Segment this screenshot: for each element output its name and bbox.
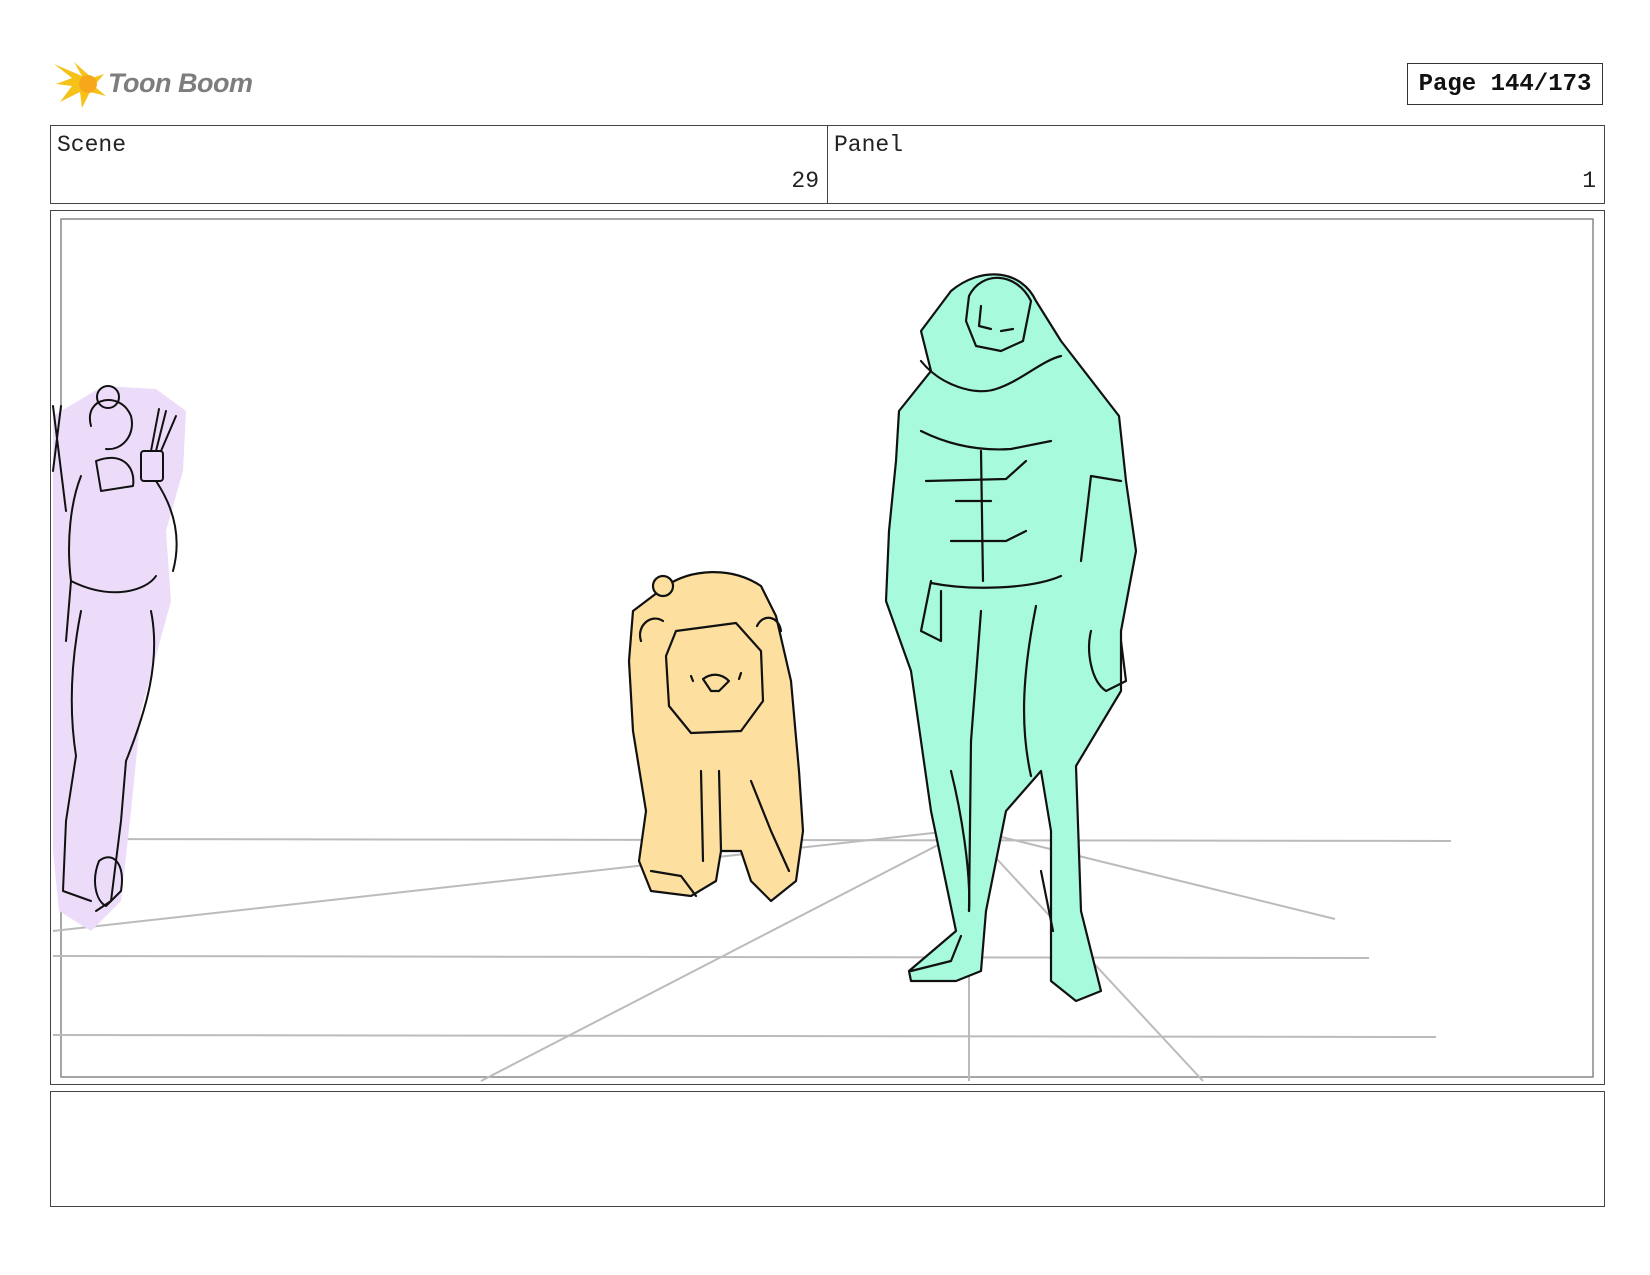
page-number: Page 144/173 (1407, 63, 1603, 105)
archer-figure (52, 385, 186, 931)
burst-logo-icon (54, 62, 106, 108)
bear-figure (627, 571, 805, 903)
hero-figure (884, 273, 1138, 1003)
panel-number: 1 (1582, 168, 1596, 194)
logo-text: Toon Boom (108, 67, 253, 98)
toon-boom-logo: Toon Boom (52, 56, 312, 110)
storyboard-panel (50, 210, 1605, 1085)
caption-box (50, 1091, 1605, 1207)
inner-frame (60, 218, 1594, 1078)
panel-label: Panel (834, 132, 904, 158)
scene-label: Scene (57, 132, 127, 158)
panel-cell: Panel 1 (827, 126, 1604, 203)
panel-drawing (52, 218, 1594, 1082)
scene-cell: Scene 29 (51, 126, 827, 203)
scene-number: 29 (791, 168, 819, 194)
scene-panel-info: Scene 29 Panel 1 (50, 125, 1605, 204)
